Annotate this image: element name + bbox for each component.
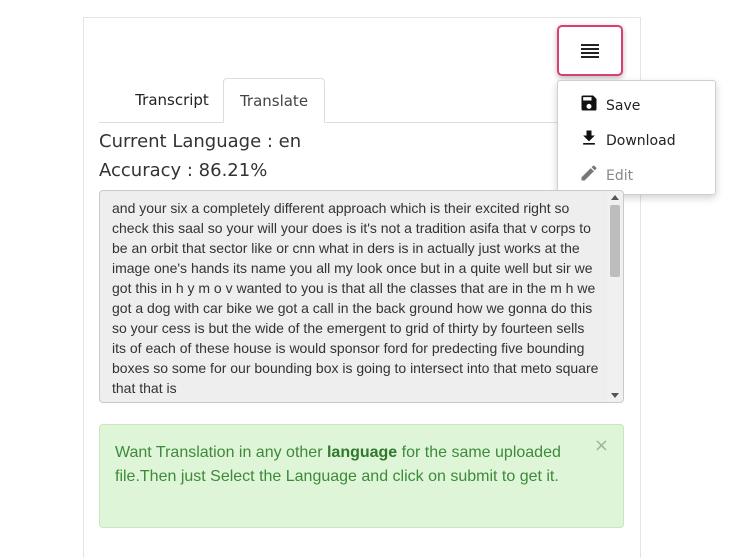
textarea-scrollbar[interactable]: [607, 191, 623, 402]
menu-item-download-label: Download: [606, 133, 676, 149]
tab-translate[interactable]: Translate: [223, 78, 325, 123]
menu-button[interactable]: [557, 25, 623, 76]
menu-item-save[interactable]: Save: [579, 93, 640, 113]
scroll-down-arrow-icon[interactable]: [611, 393, 619, 398]
accuracy-label: Accuracy : 86.21%: [99, 160, 268, 181]
menu-item-edit[interactable]: Edit: [579, 163, 633, 183]
current-language-label: Current Language : en: [99, 131, 302, 152]
info-alert: Want Translation in any other language f…: [99, 424, 624, 528]
menu-item-download[interactable]: Download: [579, 128, 676, 148]
tab-transcript[interactable]: Transcript: [113, 78, 231, 122]
close-icon[interactable]: ×: [594, 437, 609, 455]
menu-item-save-label: Save: [606, 98, 641, 114]
menu-dropdown: Save Download Edit: [557, 80, 716, 195]
scroll-thumb[interactable]: [610, 205, 620, 277]
transcript-text: and your six a completely different appr…: [112, 200, 599, 396]
alert-text-start: Want Translation in any other: [115, 444, 327, 461]
tab-bar: Transcript Translate: [99, 78, 623, 123]
hamburger-icon: [581, 43, 599, 58]
alert-text-bold: language: [326, 444, 398, 461]
download-icon: [583, 130, 595, 145]
menu-item-edit-label: Edit: [606, 168, 634, 184]
transcript-textarea[interactable]: and your six a completely different appr…: [99, 190, 624, 403]
scroll-up-arrow-icon[interactable]: [611, 195, 619, 200]
save-icon: [581, 95, 597, 111]
alert-message: Want Translation in any other language f…: [115, 441, 595, 489]
edit-icon: [581, 165, 597, 181]
